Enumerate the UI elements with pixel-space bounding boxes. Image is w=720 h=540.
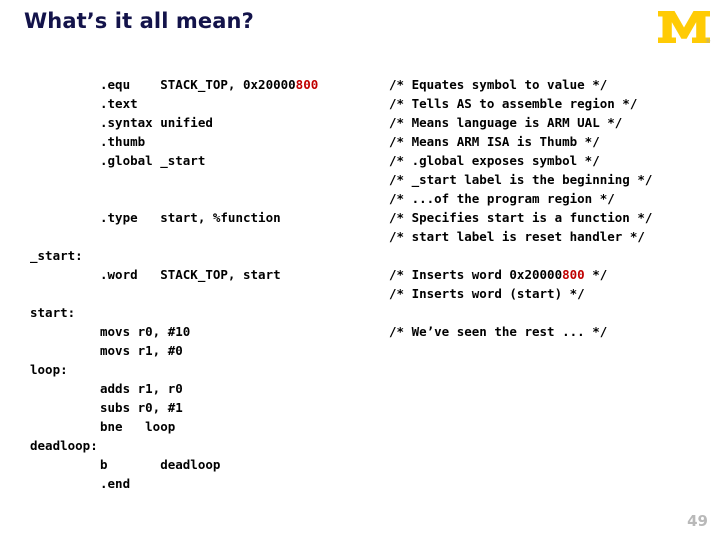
comment-line: /* Inserts word 0x20000800 */ (389, 265, 607, 284)
slide-canvas: What’s it all mean? ® .equ STACK_TOP, 0x… (0, 0, 720, 540)
comment-line: /* Tells AS to assemble region */ (389, 96, 638, 111)
code-line-text: .end (100, 476, 131, 491)
comment-line: /* Equates symbol to value */ (389, 77, 608, 92)
comment-line: /* .global exposes symbol */ (389, 153, 600, 168)
comment-line: /* Specifies start is a function */ (389, 210, 653, 225)
code-label-line: loop: (30, 362, 68, 377)
page-title: What’s it all mean? (24, 9, 254, 33)
comment-line: /* Inserts word (start) */ (389, 286, 585, 301)
code-line-text: .syntax unified (100, 115, 213, 130)
code-line-text: b deadloop (100, 457, 221, 472)
code-line-text: bne loop (100, 419, 176, 434)
highlighted-hex-value: 800 (295, 77, 319, 92)
code-line-text: movs r0, #10 (100, 324, 191, 339)
code-line-text: .equ STACK_TOP, 0x20000800 (100, 77, 319, 92)
comment-line: /* Means language is ARM UAL */ (389, 115, 623, 130)
code-listing: .equ STACK_TOP, 0x20000800 .text .syntax u… (0, 68, 720, 508)
code-label-line: _start: (30, 248, 83, 263)
code-line-text: .word STACK_TOP, start (100, 267, 281, 282)
comment-text-suffix: */ (584, 267, 608, 282)
michigan-m-logo: ® (655, 5, 713, 49)
code-line-text: .thumb (100, 134, 146, 149)
page-number: 49 (687, 512, 708, 530)
code-line-text: .text (100, 96, 138, 111)
code-line-text: movs r1, #0 (100, 343, 183, 358)
trademark-icon: ® (705, 38, 711, 45)
code-line-text: .type start, %function (100, 210, 281, 225)
comment-line: /* We’ve seen the rest ... */ (389, 324, 608, 339)
code-line-text: adds r1, r0 (100, 381, 183, 396)
comment-line: /* Means ARM ISA is Thumb */ (389, 134, 600, 149)
code-line-text: .global _start (100, 153, 206, 168)
comment-line: /* _start label is the beginning */ (389, 172, 653, 187)
code-label-line: deadloop: (30, 438, 98, 453)
comment-line: /* start label is reset handler */ (389, 229, 645, 244)
code-line-text: subs r0, #1 (100, 400, 183, 415)
comment-line: /* ...of the program region */ (389, 191, 615, 206)
highlighted-hex-value: 800 (562, 267, 585, 282)
code-label-line: start: (30, 305, 76, 320)
comment-text-prefix: /* Inserts word 0x20000 (389, 267, 563, 282)
